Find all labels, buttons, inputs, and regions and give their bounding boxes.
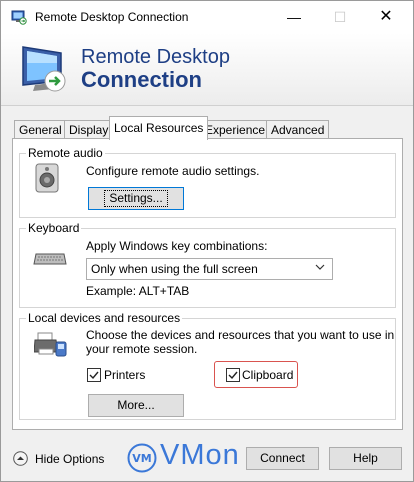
maximize-button[interactable]: ☐ [317, 1, 363, 33]
remote-desktop-logo-icon [22, 46, 66, 92]
local-devices-description-line1: Choose the devices and resources that yo… [86, 328, 395, 342]
windows-key-selected-option: Only when using the full screen [91, 262, 258, 276]
keyboard-group-title: Keyboard [26, 221, 82, 235]
remote-desktop-window: Remote Desktop Connection — ☐ ✕ Remote D… [0, 0, 414, 482]
minimize-button[interactable]: — [271, 1, 317, 33]
clipboard-label[interactable]: Clipboard [242, 368, 293, 382]
printers-checkbox[interactable] [87, 368, 101, 382]
remote-audio-group-title: Remote audio [26, 146, 105, 160]
tab-local-resources[interactable]: Local Resources [109, 116, 209, 140]
tab-experience[interactable]: Experience [200, 120, 271, 139]
local-devices-group-title: Local devices and resources [26, 311, 183, 325]
remote-audio-description: Configure remote audio settings. [86, 164, 260, 178]
checkmark-icon [228, 371, 238, 380]
hide-options-link[interactable]: Hide Options [35, 452, 104, 466]
remote-audio-group: Remote audio Configure remote audio sett… [19, 146, 396, 218]
banner: Remote Desktop Connection [1, 33, 413, 106]
banner-title-line2: Connection [81, 67, 202, 92]
local-devices-description-line2: your remote session. [86, 342, 198, 356]
vmon-logo-icon: VM [127, 443, 157, 473]
remote-desktop-app-icon [11, 10, 27, 25]
printer-devices-icon [34, 332, 67, 357]
local-devices-group: Local devices and resources Choose the d… [19, 311, 396, 420]
close-button[interactable]: ✕ [363, 1, 409, 33]
window-title: Remote Desktop Connection [35, 10, 189, 24]
clipboard-checkbox[interactable] [226, 368, 240, 382]
keyboard-example: Example: ALT+TAB [86, 284, 190, 298]
printers-label[interactable]: Printers [104, 368, 145, 382]
keyboard-description: Apply Windows key combinations: [86, 239, 268, 253]
local-resources-panel: Remote audio Configure remote audio sett… [12, 138, 403, 430]
banner-title-line1: Remote Desktop [81, 46, 230, 68]
chevron-up-circle-icon[interactable] [13, 451, 28, 466]
speaker-icon [35, 163, 59, 193]
windows-key-combination-select[interactable]: Only when using the full screen [86, 258, 333, 280]
vmon-badge-text: VM [132, 452, 151, 465]
help-button[interactable]: Help [329, 447, 402, 470]
tab-display[interactable]: Display [64, 120, 114, 139]
chevron-down-icon [315, 264, 325, 270]
checkmark-icon [89, 371, 99, 380]
vmon-watermark-text: VMon [160, 439, 240, 471]
audio-settings-button[interactable]: Settings... [88, 187, 184, 210]
audio-settings-label: Settings... [104, 190, 168, 207]
keyboard-group: Keyboard Apply Windows key combinations:… [19, 221, 396, 308]
tab-advanced[interactable]: Advanced [266, 120, 330, 139]
more-devices-button[interactable]: More... [88, 394, 184, 417]
title-bar[interactable]: Remote Desktop Connection — ☐ ✕ [1, 1, 413, 33]
connect-button[interactable]: Connect [246, 447, 319, 470]
tab-general[interactable]: General [14, 120, 67, 139]
keyboard-icon [33, 253, 67, 265]
